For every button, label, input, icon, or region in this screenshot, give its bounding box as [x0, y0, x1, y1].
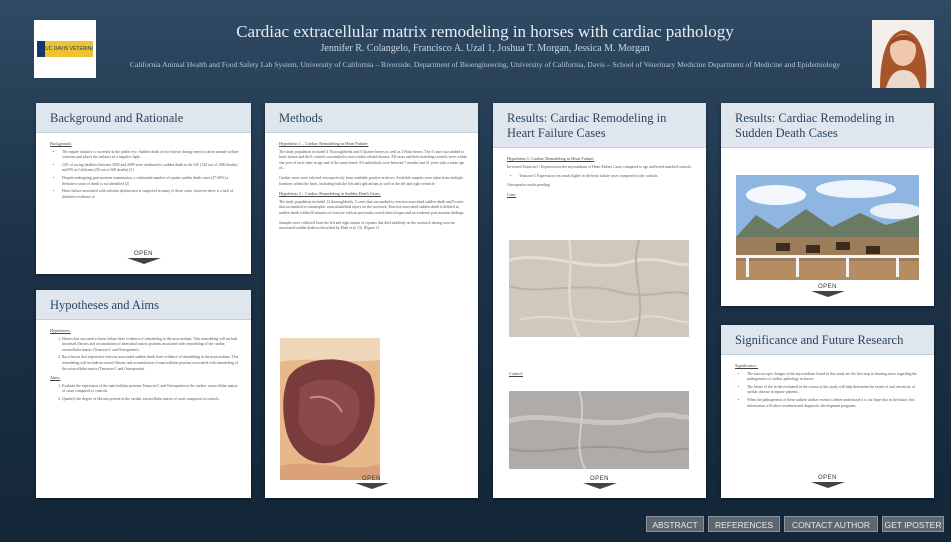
open-label: OPEN [589, 476, 609, 482]
list-item: Tenascin-C Expression was much higher in… [519, 174, 696, 180]
bullet-list: The microscopic changes in the myocardiu… [735, 372, 924, 410]
references-button[interactable]: REFERENCES [708, 516, 780, 532]
paragraph: Cardiac cases were selected retrospectiv… [279, 175, 464, 186]
hypotheses-list: Horses that succumb to heart failure hav… [50, 337, 241, 373]
panel-heading: Results: Cardiac Remodeling in Sudden De… [721, 103, 934, 148]
panel-results-heart-failure[interactable]: Results: Cardiac Remodeling in Heart Fai… [493, 103, 706, 498]
paragraph: The study population included 4 Thorough… [279, 149, 467, 171]
abstract-button[interactable]: ABSTRACT [646, 516, 704, 532]
subheading: Background: [50, 141, 72, 146]
panel-heading: Significance and Future Research [721, 325, 934, 355]
panel-heading: Results: Cardiac Remodeling in Heart Fai… [493, 103, 706, 148]
heart-specimen-image [280, 338, 380, 480]
logo-mark: UC DAVIS VETERINARY MEDICINE [37, 41, 93, 57]
subheading: Hypothesis 1: Cardiac Remodeling in Hear… [507, 156, 595, 161]
paragraph: The study population included 12 thoroug… [279, 199, 465, 215]
open-label: OPEN [133, 251, 153, 257]
panel-heading: Methods [265, 103, 478, 133]
poster-authors: Jennifer R. Colangelo, Francisco A. Uzal… [320, 43, 650, 54]
paragraph: Samples were collected from the left and… [279, 220, 456, 231]
list-item: Quantify the degree of fibrosis present … [62, 397, 241, 403]
panel-background[interactable]: Background and Rationale Background: The… [36, 103, 251, 274]
list-item: The microscopic changes in the myocardiu… [747, 372, 924, 383]
chevron-down-icon [810, 291, 845, 297]
chevron-down-icon [582, 483, 617, 489]
list-item: The equine industry is currently in the … [62, 150, 241, 161]
chevron-down-icon [354, 483, 389, 489]
list-item: Heart failure associated with valvular d… [62, 189, 241, 200]
panel-heading: Hypotheses and Aims [36, 290, 251, 320]
panel-body: Hypothesis 1 – Cardiac Remodeling in Hea… [265, 133, 478, 232]
case-label: Case: [507, 192, 517, 198]
open-label: OPEN [817, 284, 837, 290]
subheading: Hypothesis 1 – Cardiac Remodeling in Hea… [279, 141, 369, 146]
panel-body: Hypothesis 1: Cardiac Remodeling in Hear… [493, 148, 706, 198]
open-label: OPEN [817, 475, 837, 481]
author-photo [872, 20, 934, 88]
subheading: Aims: [50, 375, 61, 381]
panel-body: Hypotheses: Horses that succumb to heart… [36, 320, 251, 403]
aims-list: Evaluate the expression of the matricell… [50, 384, 241, 403]
subheading: Significance : [735, 363, 759, 368]
open-label: OPEN [361, 476, 381, 482]
chevron-down-icon [810, 482, 845, 488]
panel-body: Significance : The microscopic changes i… [721, 355, 934, 409]
panel-results-sudden-death[interactable]: Results: Cardiac Remodeling in Sudden De… [721, 103, 934, 306]
panel-hypotheses[interactable]: Hypotheses and Aims Hypotheses: Horses t… [36, 290, 251, 498]
chevron-down-icon [126, 258, 161, 264]
subheading: Hypotheses: [50, 328, 71, 333]
control-histology-image [508, 390, 690, 470]
open-button[interactable]: OPEN [721, 475, 934, 488]
paragraph: Increased Tenascin-C Expression in the m… [507, 164, 692, 169]
get-iposter-button[interactable]: GET IPOSTER [882, 516, 944, 532]
paragraph: Osteopontin results pending [507, 182, 550, 187]
poster: UC DAVIS VETERINARY MEDICINE Cardiac ext… [0, 0, 951, 542]
poster-title: Cardiac extracellular matrix remodeling … [236, 22, 734, 41]
list-item: Race horses that experience exercise ass… [62, 355, 241, 372]
bullet-list: Tenascin-C Expression was much higher in… [507, 174, 696, 180]
panel-methods[interactable]: Methods Hypothesis 1 – Cardiac Remodelin… [265, 103, 478, 498]
panel-body: Background: The equine industry is curre… [36, 133, 251, 200]
list-item: Despite undergoing post-mortem examinati… [62, 176, 241, 187]
list-item: Evaluate the expression of the matricell… [62, 384, 241, 395]
list-item: The future of the in-lab evaluated in th… [747, 385, 924, 396]
subheading: Hypothesis 2 – Cardiac Remodeling in Sud… [279, 191, 381, 197]
open-button[interactable]: OPEN [265, 476, 478, 489]
case-histology-image [508, 239, 690, 338]
panel-significance[interactable]: Significance and Future Research Signifi… [721, 325, 934, 498]
control-label: Control: [509, 371, 523, 376]
open-button[interactable]: OPEN [721, 284, 934, 297]
open-button[interactable]: OPEN [493, 476, 706, 489]
list-item: When the pathogenesis of these sudden ca… [747, 398, 924, 409]
university-logo: UC DAVIS VETERINARY MEDICINE [34, 20, 96, 78]
poster-affiliation: California Animal Health and Food Safety… [129, 60, 841, 69]
list-item: Horses that succumb to heart failure hav… [62, 337, 241, 354]
bullet-list: The equine industry is currently in the … [50, 150, 241, 201]
list-item: 12% of racing fatalities between 2005 an… [62, 163, 241, 174]
panel-heading: Background and Rationale [36, 103, 251, 133]
open-button[interactable]: OPEN [36, 251, 251, 264]
contact-author-button[interactable]: CONTACT AUTHOR [784, 516, 878, 532]
racetrack-photo [736, 175, 922, 280]
